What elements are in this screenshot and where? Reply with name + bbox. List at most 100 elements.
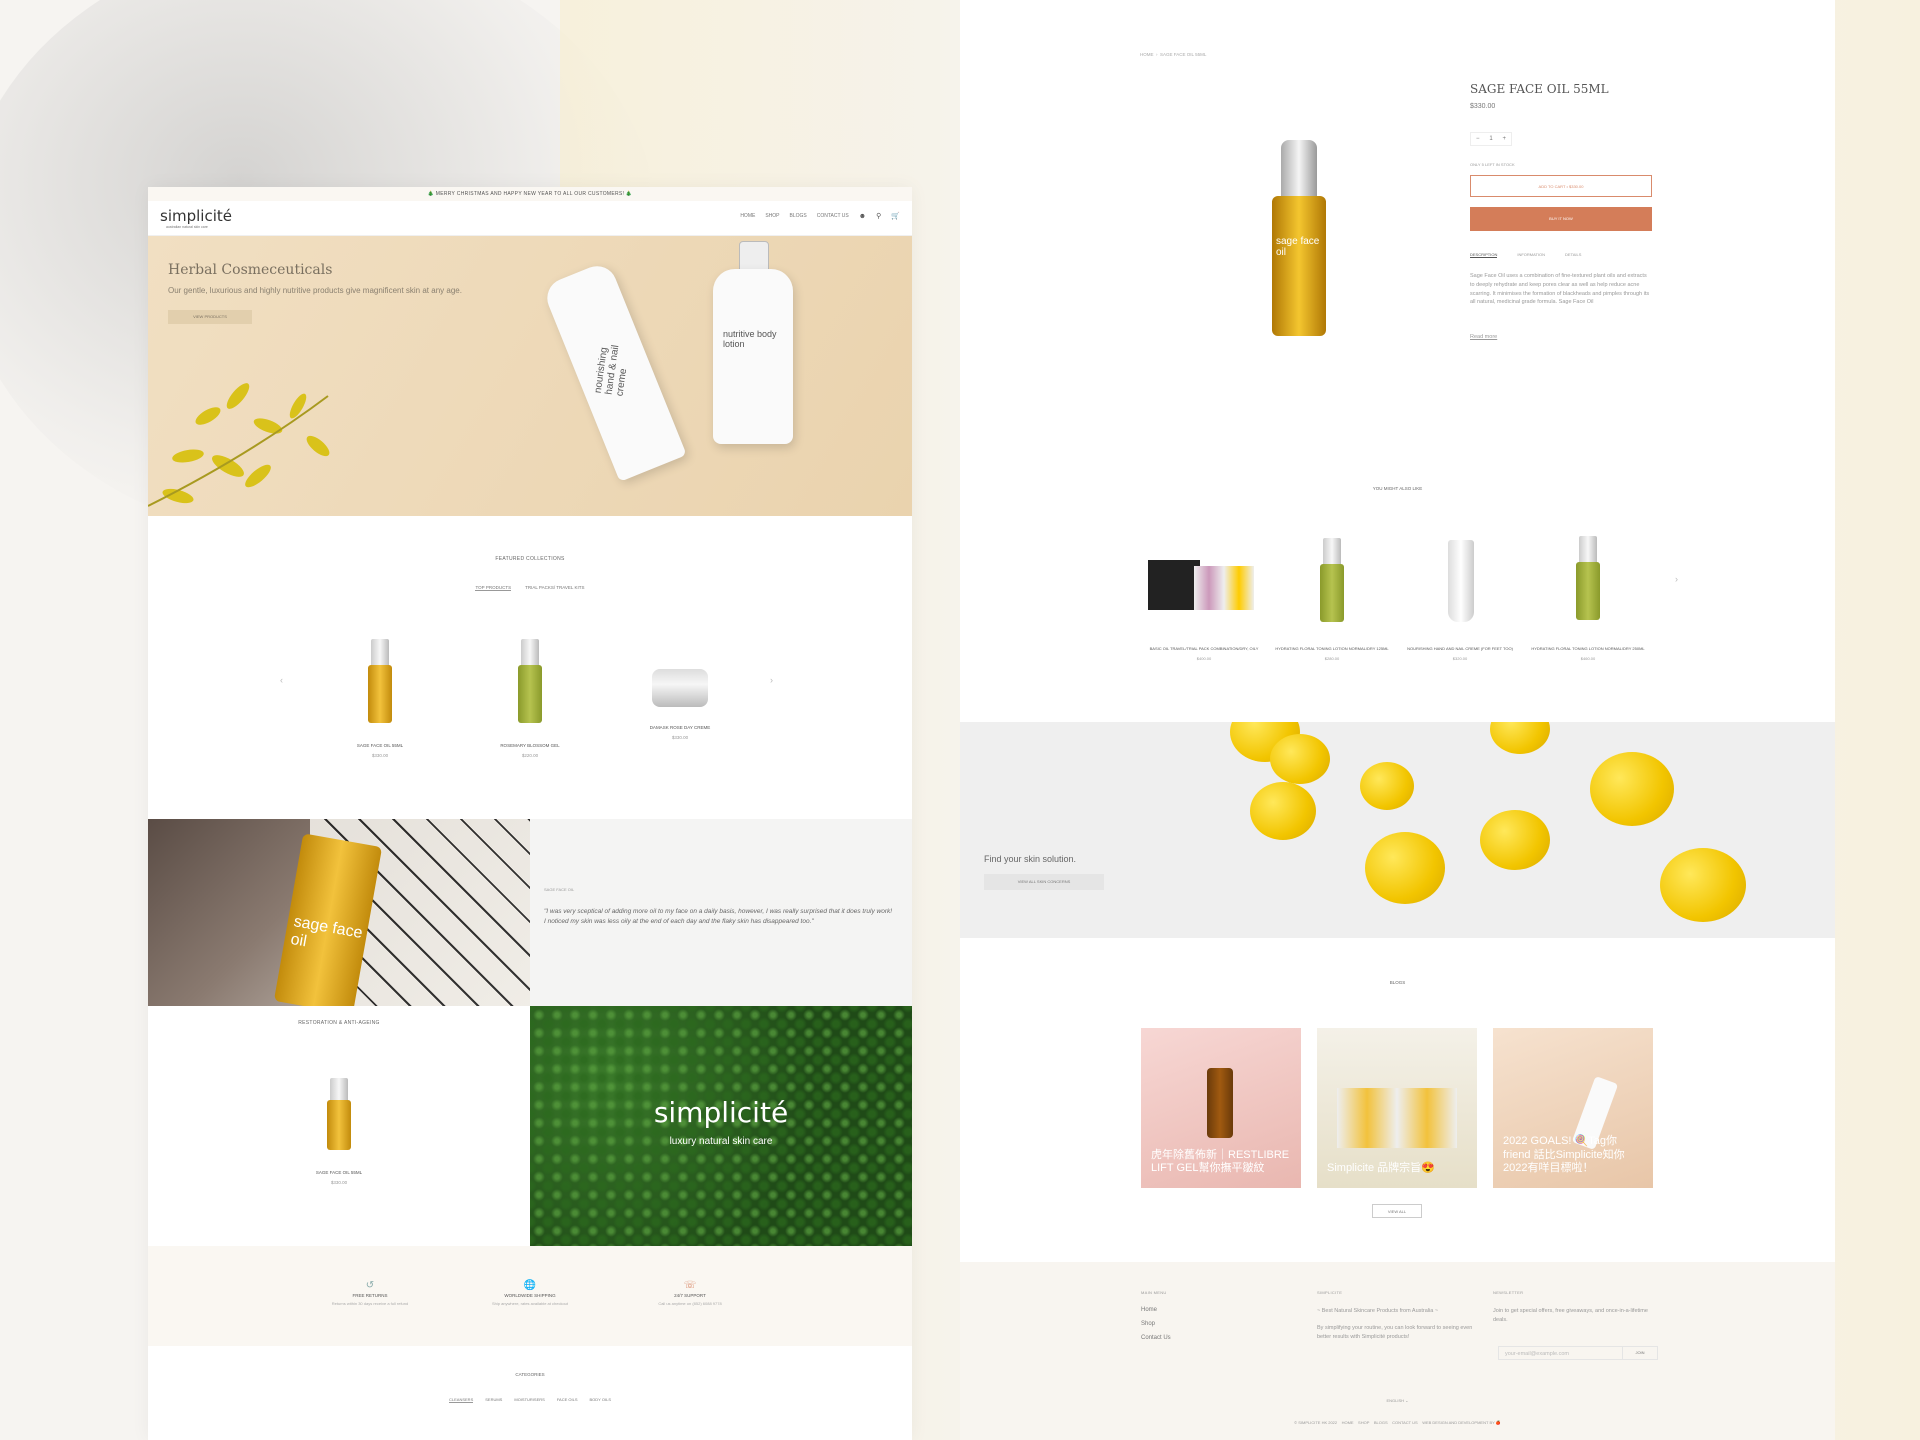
tab-trial-packs[interactable]: TRIAL PACKS/ TRAVEL KITS — [525, 585, 584, 591]
product-card[interactable]: SAGE FACE OIL 55ML $330.00 — [335, 639, 425, 758]
category-link[interactable]: FACE OILS — [557, 1397, 578, 1403]
add-to-cart-button[interactable]: ADD TO CART • $330.00 — [1470, 175, 1652, 197]
product-name: SAGE FACE OIL 55ML — [315, 1170, 363, 1175]
tab-information[interactable]: INFORMATION — [1517, 252, 1545, 258]
footer-bottom-link[interactable]: HOME — [1342, 1420, 1354, 1425]
features-bar: ↺ FREE RETURNS Returns within 30 days re… — [148, 1246, 912, 1346]
related-product-card[interactable]: HYDRATING FLORAL TONING LOTION NORMAL/DR… — [1528, 530, 1648, 661]
footer-bottom-link[interactable]: BLOGS — [1374, 1420, 1388, 1425]
footer-newsletter: NEWSLETTER Join to get special offers, f… — [1493, 1290, 1653, 1325]
related-next-icon[interactable]: › — [1675, 574, 1678, 584]
nav-home[interactable]: HOME — [740, 213, 755, 219]
testimonial-text: "I was very sceptical of adding more oil… — [544, 908, 893, 926]
carousel-prev-icon[interactable]: ‹ — [280, 675, 283, 685]
feature-item: ↺ FREE RETURNS Returns within 30 days re… — [310, 1280, 430, 1346]
footer-bottom-link[interactable]: SHOP — [1358, 1420, 1369, 1425]
cart-icon[interactable]: 🛒 — [891, 212, 900, 220]
product-image[interactable]: sage face oil — [1272, 140, 1326, 336]
related-product-card[interactable]: NOURISHING HAND AND NAIL CREME (FOR FEET… — [1400, 530, 1520, 661]
view-all-skin-concerns-button[interactable]: VIEW ALL SKIN CONCERNS — [984, 874, 1104, 890]
hero-banner: Herbal Cosmeceuticals Our gentle, luxuri… — [148, 236, 912, 516]
user-icon[interactable]: ☻ — [859, 213, 866, 220]
footer-link-home[interactable]: Home — [1141, 1307, 1171, 1313]
blog-card[interactable]: Simplicite 品牌宗旨😍 — [1317, 1028, 1477, 1188]
feature-sub: Ship anywhere, rates available at checko… — [491, 1301, 569, 1306]
product-price: $330.00 — [371, 753, 389, 758]
buy-now-button[interactable]: BUY IT NOW — [1470, 207, 1652, 231]
quantity-value[interactable]: 1 — [1489, 136, 1492, 142]
related-product-price: $460.00 — [1580, 656, 1596, 661]
related-product-name: HYDRATING FLORAL TONING LOTION NORMAL/DR… — [1531, 646, 1645, 651]
read-more-link[interactable]: Read more — [1470, 334, 1497, 340]
footer-bottom-link[interactable]: WEB DESIGN AND DEVELOPMENT BY 🍎 — [1422, 1420, 1501, 1425]
related-product-card[interactable]: BASIC OIL TRAVEL/TRIAL PACK COMBINATION/… — [1144, 530, 1264, 661]
tab-details[interactable]: DETAILS — [1565, 252, 1581, 258]
footer-link-shop[interactable]: Shop — [1141, 1321, 1171, 1327]
breadcrumb-home[interactable]: HOME — [1140, 52, 1154, 57]
blog-card[interactable]: 虎年除舊佈新｜RESTLIBRE LIFT GEL幫你撫平皺紋 — [1141, 1028, 1301, 1188]
category-link[interactable]: BODY OILS — [590, 1397, 612, 1403]
site-header: simplicité australian natural skin care … — [148, 201, 912, 236]
yellow-leaves-image — [148, 383, 330, 507]
footer-heading: NEWSLETTER — [1493, 1290, 1524, 1295]
breadcrumb: HOME › SAGE FACE OIL 55ML — [1140, 52, 1207, 57]
footer-bottom: © SIMPLICITE HK 2022 HOME SHOP BLOGS CON… — [960, 1420, 1835, 1425]
tab-top-products[interactable]: TOP PRODUCTS — [475, 585, 512, 591]
nav-contact[interactable]: CONTACT US — [817, 213, 849, 219]
view-all-blogs-button[interactable]: VIEW ALL — [1372, 1204, 1422, 1218]
tab-description[interactable]: DESCRIPTION — [1470, 252, 1498, 258]
newsletter-text: Join to get special offers, free giveawa… — [1493, 1308, 1648, 1323]
blogs-title: BLOGS — [1389, 980, 1406, 985]
join-button[interactable]: JOIN — [1622, 1347, 1657, 1359]
category-link[interactable]: CLEANSERS — [449, 1397, 474, 1403]
restoration-title: RESTORATION & ANTI-AGEING — [298, 1020, 380, 1026]
blog-caption: Simplicite 品牌宗旨😍 — [1327, 1162, 1435, 1175]
view-products-button[interactable]: VIEW PRODUCTS — [168, 310, 252, 324]
footer-link-contact[interactable]: Contact Us — [1141, 1335, 1171, 1341]
brand-banner: simplicité luxury natural skin care — [530, 1006, 912, 1246]
stock-notice: ONLY 5 LEFT IN STOCK — [1470, 162, 1515, 167]
footer-bottom-link[interactable]: CONTACT US — [1392, 1420, 1418, 1425]
blog-caption: 虎年除舊佈新｜RESTLIBRE LIFT GEL幫你撫平皺紋 — [1151, 1148, 1290, 1175]
feature-sub: Returns within 30 days receive a full re… — [331, 1301, 409, 1306]
site-logo[interactable]: simplicité — [160, 207, 232, 225]
feature-title: WORLDWIDE SHIPPING — [504, 1293, 556, 1298]
minus-icon[interactable]: − — [1476, 136, 1480, 142]
breadcrumb-current: SAGE FACE OIL 55ML — [1160, 52, 1207, 57]
footer-about: SIMPLICITE ~ Best Natural Skincare Produ… — [1317, 1290, 1477, 1341]
category-link[interactable]: MOISTURISERS — [514, 1397, 544, 1403]
quantity-stepper[interactable]: − 1 + — [1470, 132, 1512, 146]
nav-blogs[interactable]: BLOGS — [789, 213, 806, 219]
product-card[interactable]: SAGE FACE OIL 55ML $330.00 — [294, 1078, 384, 1185]
language-selector[interactable]: ENGLISH ⌄ — [960, 1398, 1835, 1403]
feature-title: 24/7 SUPPORT — [674, 1293, 706, 1298]
footer-heading: MAIN MENU — [1141, 1290, 1167, 1295]
plus-icon[interactable]: + — [1503, 136, 1507, 142]
support-icon: ☏ — [683, 1280, 697, 1291]
product-card[interactable]: DAMASK ROSE DAY CREME $330.00 — [635, 639, 725, 740]
returns-icon: ↺ — [365, 1280, 375, 1291]
product-name: DAMASK ROSE DAY CREME — [649, 725, 711, 730]
skin-solution-banner: Find your skin solution. VIEW ALL SKIN C… — [960, 722, 1835, 938]
product-card[interactable]: ROSEMARY BLOSSOM GEL $220.00 — [485, 639, 575, 758]
brand-logo: simplicité — [653, 1096, 789, 1129]
logo-tagline: australian natural skin care — [166, 225, 208, 229]
product-name: SAGE FACE OIL 55ML — [356, 743, 404, 748]
homepage-screenshot: 🎄 MERRY CHRISTMAS AND HAPPY NEW YEAR TO … — [148, 187, 912, 1440]
testimonial-label: SAGE FACE OIL — [544, 887, 575, 892]
category-link[interactable]: SERUMS — [485, 1397, 502, 1403]
blog-card[interactable]: 2022 GOALS! 🍭Tag你friend 話比Simplicite知你20… — [1493, 1028, 1653, 1188]
nav-shop[interactable]: SHOP — [765, 213, 779, 219]
categories-title: CATEGORIES — [515, 1372, 545, 1377]
hero-title: Herbal Cosmeceuticals — [168, 262, 333, 278]
related-product-name: BASIC OIL TRAVEL/TRIAL PACK COMBINATION/… — [1149, 646, 1259, 651]
categories-section: CATEGORIES CLEANSERS SERUMS MOISTURISERS… — [148, 1372, 912, 1403]
product-price: $330.00 — [330, 1180, 348, 1185]
trial-pack-image — [1144, 530, 1264, 630]
newsletter-email-input[interactable]: your-email@example.com JOIN — [1498, 1346, 1658, 1360]
related-product-card[interactable]: HYDRATING FLORAL TONING LOTION NORMAL/DR… — [1272, 530, 1392, 661]
related-product-price: $400.00 — [1196, 656, 1212, 661]
search-icon[interactable]: ⚲ — [876, 212, 881, 220]
carousel-next-icon[interactable]: › — [770, 675, 773, 685]
feature-title: FREE RETURNS — [352, 1293, 388, 1298]
